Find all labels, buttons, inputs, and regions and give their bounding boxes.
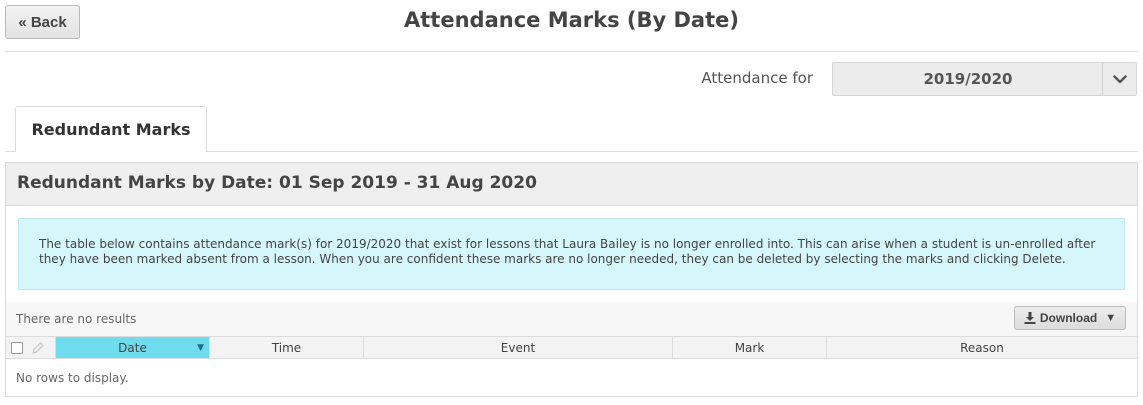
header-divider [5, 51, 1138, 52]
select-all-checkbox[interactable] [11, 341, 23, 354]
results-toolbar: There are no results Download ▼ [6, 302, 1137, 336]
chevron-down-icon [1112, 74, 1127, 83]
pencil-icon [32, 341, 44, 354]
empty-table-message: No rows to display. [16, 371, 129, 385]
panel-heading: Redundant Marks by Date: 01 Sep 2019 - 3… [6, 163, 1137, 206]
download-label: Download [1039, 311, 1098, 325]
column-header-reason[interactable]: Reason [827, 337, 1137, 358]
year-select-toggle[interactable] [1102, 63, 1136, 95]
select-all-cell [6, 337, 56, 358]
info-message: The table below contains attendance mark… [18, 218, 1125, 290]
column-header-time[interactable]: Time [210, 337, 364, 358]
sort-down-icon: ▼ [197, 342, 204, 353]
year-select[interactable]: 2019/2020 [832, 62, 1137, 96]
caret-down-icon: ▼ [1105, 312, 1117, 324]
download-button[interactable]: Download ▼ [1014, 306, 1126, 330]
column-label-date: Date [118, 340, 147, 355]
column-header-mark[interactable]: Mark [673, 337, 827, 358]
redundant-marks-panel: Redundant Marks by Date: 01 Sep 2019 - 3… [5, 162, 1138, 397]
results-count: There are no results [16, 312, 137, 326]
page-title: Attendance Marks (By Date) [404, 8, 739, 32]
tab-redundant-marks[interactable]: Redundant Marks [15, 106, 207, 152]
attendance-for-label: Attendance for [701, 69, 813, 87]
column-header-event[interactable]: Event [364, 337, 673, 358]
table-header: Date ▼ Time Event Mark Reason [6, 336, 1137, 359]
year-select-value: 2019/2020 [923, 70, 1013, 88]
download-icon [1024, 312, 1036, 324]
column-header-date[interactable]: Date ▼ [56, 337, 210, 358]
